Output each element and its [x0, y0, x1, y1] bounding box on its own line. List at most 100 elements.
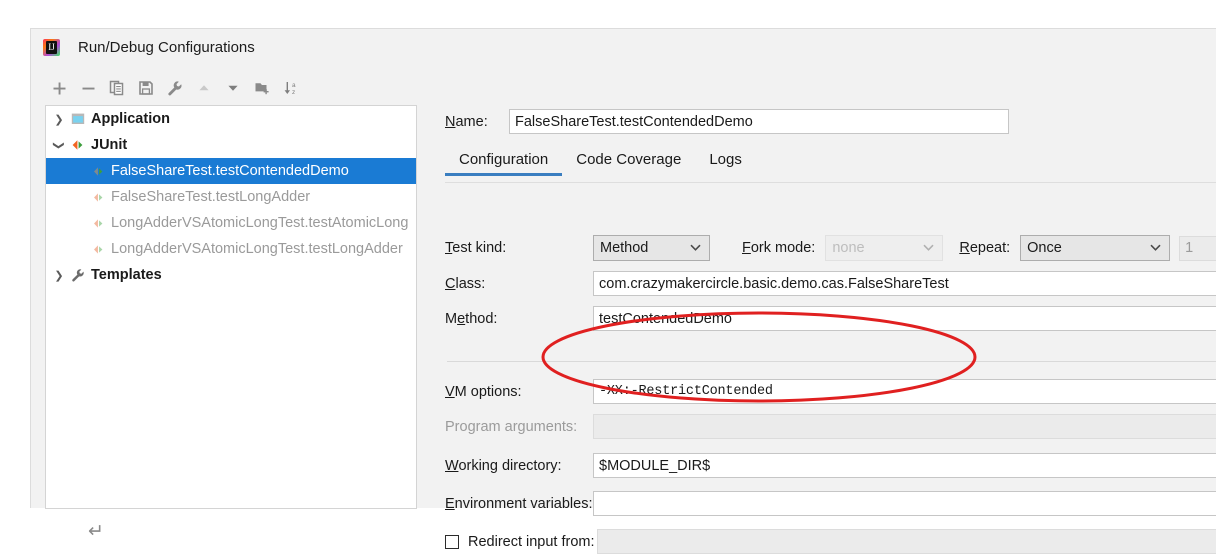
- working-directory-input[interactable]: [593, 453, 1216, 478]
- repeat-label: Repeat:: [959, 240, 1010, 256]
- tree-node-templates[interactable]: ❯ Templates: [46, 262, 416, 288]
- vm-options-input[interactable]: [593, 379, 1216, 404]
- program-arguments-label-rest: uments:: [525, 418, 578, 435]
- redirect-input-label: Redirect input from:: [468, 533, 595, 550]
- redirect-input-path-input[interactable]: [597, 529, 1216, 554]
- tree-node-label: LongAdderVSAtomicLongTest.testLongAdder: [111, 241, 403, 257]
- fork-mode-label-rest: ork mode:: [750, 240, 816, 256]
- fork-mode-combo-wrap: none: [825, 235, 944, 261]
- minus-icon: [82, 87, 94, 89]
- method-label-pre: M: [445, 310, 458, 327]
- dialog-titlebar: IJ Run/Debug Configurations: [31, 29, 1216, 65]
- test-kind-label: Test kind:: [445, 240, 593, 256]
- repeat-select[interactable]: Once: [1020, 235, 1171, 261]
- edit-defaults-button[interactable]: [161, 75, 189, 101]
- tree-node-label: Templates: [91, 267, 162, 283]
- test-kind-combo-wrap: Method: [593, 235, 710, 261]
- wrench-icon: [68, 268, 88, 282]
- junit-run-icon: [88, 217, 108, 230]
- arrow-up-icon: [199, 85, 209, 91]
- test-kind-select[interactable]: Method: [593, 235, 710, 261]
- environment-variables-row: Environment variables:: [445, 491, 1216, 516]
- move-down-button[interactable]: [219, 75, 247, 101]
- new-folder-icon: [255, 83, 269, 95]
- chevron-down-icon[interactable]: ❯: [53, 136, 66, 154]
- remove-configuration-button[interactable]: [74, 75, 102, 101]
- configuration-form: Test kind: Method Fork mode: none Repeat…: [445, 193, 1216, 554]
- repeat-count-input[interactable]: [1179, 235, 1216, 261]
- run-debug-configurations-dialog: IJ Run/Debug Configurations a z ❯ Applic…: [30, 28, 1216, 554]
- tree-node-junit[interactable]: ❯ JUnit: [46, 132, 416, 158]
- repeat-combo-wrap: Once: [1020, 235, 1171, 261]
- configuration-panel: Name: Share through VCS Configuration Co…: [429, 73, 1216, 554]
- dialog-title: Run/Debug Configurations: [78, 38, 255, 56]
- program-arguments-mnemonic: g: [517, 418, 526, 435]
- method-label-rest: thod:: [465, 310, 498, 327]
- method-row: Method:: [445, 306, 1216, 331]
- tabs-underline: [445, 182, 1216, 183]
- name-row: Name:: [445, 109, 1009, 134]
- fork-mode-select[interactable]: none: [825, 235, 944, 261]
- plus-icon: [53, 82, 65, 94]
- method-input[interactable]: [593, 306, 1216, 331]
- redirect-input-checkbox[interactable]: [445, 534, 459, 549]
- tree-node-falsesharetest-testcontendeddemo[interactable]: FalseShareTest.testContendedDemo: [46, 158, 416, 184]
- class-input[interactable]: [593, 271, 1216, 296]
- tree-node-longaddervsatomiclongtest-testatomiclong[interactable]: LongAdderVSAtomicLongTest.testAtomicLong: [46, 210, 416, 236]
- tab-code-coverage[interactable]: Code Coverage: [562, 151, 695, 176]
- add-configuration-button[interactable]: [45, 75, 73, 101]
- class-row: Class:: [445, 271, 1216, 296]
- sort-alphabetically-button[interactable]: a z: [277, 75, 305, 101]
- vm-options-label: VM options:: [445, 384, 593, 400]
- vm-options-mnemonic: V: [445, 383, 455, 400]
- environment-variables-label-rest: nvironment variables:: [454, 495, 593, 512]
- program-arguments-row: Program arguments:: [445, 414, 1216, 439]
- method-mnemonic: e: [457, 310, 466, 327]
- configurations-tree[interactable]: ❯ Application ❯ JUnit FalseShareTest.tes…: [45, 105, 417, 509]
- vm-options-label-rest: M options:: [454, 383, 522, 400]
- repeat-mnemonic: R: [959, 240, 970, 256]
- form-separator: [447, 361, 1216, 362]
- tree-node-label: JUnit: [91, 137, 128, 153]
- copy-icon: [109, 80, 124, 96]
- tree-node-label: LongAdderVSAtomicLongTest.testAtomicLong: [111, 215, 409, 231]
- name-input[interactable]: [509, 109, 1009, 134]
- tree-node-label: FalseShareTest.testContendedDemo: [111, 163, 349, 179]
- tab-configuration[interactable]: Configuration: [445, 151, 563, 176]
- fork-mode-label: Fork mode:: [742, 240, 815, 256]
- junit-run-icon: [88, 191, 108, 204]
- test-kind-label-rest: est kind:: [452, 240, 507, 256]
- tab-logs[interactable]: Logs: [695, 151, 756, 176]
- program-arguments-input[interactable]: [593, 414, 1216, 439]
- working-directory-label-rest: orking directory:: [458, 457, 562, 474]
- chevron-right-icon[interactable]: ❯: [50, 113, 68, 126]
- move-up-button[interactable]: [190, 75, 218, 101]
- tree-node-falsesharetest-testlongadder[interactable]: FalseShareTest.testLongAdder: [46, 184, 416, 210]
- app-icon-letter: IJ: [48, 41, 55, 52]
- tree-node-application[interactable]: ❯ Application: [46, 106, 416, 132]
- wrench-icon: [168, 81, 182, 96]
- save-icon: [139, 81, 153, 95]
- svg-text:a: a: [292, 82, 296, 89]
- configurations-toolbar: a z: [45, 73, 415, 103]
- junit-run-icon: [88, 243, 108, 256]
- intellij-idea-icon: IJ: [43, 38, 60, 56]
- junit-run-icon: [88, 165, 108, 178]
- chevron-right-icon[interactable]: ❯: [50, 269, 68, 282]
- new-folder-button[interactable]: [248, 75, 276, 101]
- svg-text:z: z: [292, 89, 295, 96]
- environment-variables-mnemonic: E: [445, 495, 455, 512]
- copy-configuration-button[interactable]: [103, 75, 131, 101]
- tree-node-longaddervsatomiclongtest-testlongadder[interactable]: LongAdderVSAtomicLongTest.testLongAdder: [46, 236, 416, 262]
- name-label-rest: ame:: [455, 113, 488, 130]
- method-label: Method:: [445, 311, 593, 327]
- configuration-tabs: Configuration Code Coverage Logs: [445, 151, 756, 176]
- working-directory-label: Working directory:: [445, 458, 593, 474]
- arrow-down-icon: [228, 85, 238, 91]
- tree-node-label: FalseShareTest.testLongAdder: [111, 189, 311, 205]
- enter-key-glyph: ↵: [88, 521, 104, 542]
- working-directory-mnemonic: W: [445, 457, 459, 474]
- save-configuration-button[interactable]: [132, 75, 160, 101]
- class-label-rest: lass:: [455, 275, 486, 292]
- environment-variables-input[interactable]: [593, 491, 1216, 516]
